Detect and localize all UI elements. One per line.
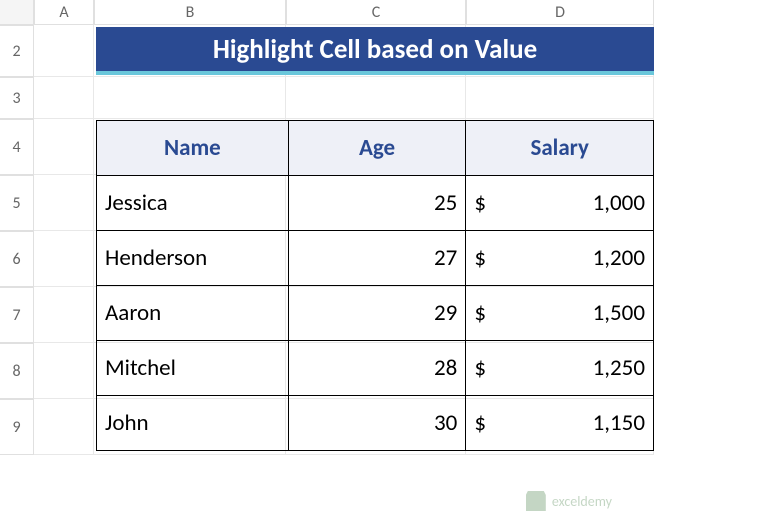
cell-age[interactable]: 25: [288, 176, 466, 231]
row-header-8[interactable]: 8: [0, 343, 34, 399]
cell-a7[interactable]: [34, 287, 94, 343]
watermark-text: exceldemy: [552, 493, 612, 510]
cell-a3[interactable]: [34, 77, 94, 119]
table-header-row: Name Age Salary: [97, 121, 654, 176]
cell-name[interactable]: Henderson: [97, 231, 289, 286]
table-row: Aaron29$1,500: [97, 286, 654, 341]
cell-a2[interactable]: [34, 25, 94, 77]
currency-symbol: $: [474, 244, 486, 272]
salary-value: 1,200: [593, 244, 645, 272]
salary-value: 1,150: [593, 409, 645, 437]
select-all-corner[interactable]: [0, 0, 34, 25]
salary-value: 1,500: [593, 299, 645, 327]
currency-symbol: $: [474, 299, 486, 327]
cell-salary[interactable]: $1,200: [466, 231, 654, 286]
currency-symbol: $: [474, 189, 486, 217]
col-header-b[interactable]: B: [94, 0, 286, 25]
cell-age[interactable]: 30: [288, 396, 466, 451]
cell-a4[interactable]: [34, 119, 94, 175]
cell-name[interactable]: Mitchel: [97, 341, 289, 396]
row-header-5[interactable]: 5: [0, 175, 34, 231]
col-header-a[interactable]: A: [34, 0, 94, 25]
cell-b3[interactable]: [94, 77, 286, 119]
row-header-7[interactable]: 7: [0, 287, 34, 343]
cell-a5[interactable]: [34, 175, 94, 231]
cell-name[interactable]: John: [97, 396, 289, 451]
watermark-icon: [526, 491, 546, 511]
header-salary[interactable]: Salary: [466, 121, 654, 176]
row-header-4[interactable]: 4: [0, 119, 34, 175]
cell-age[interactable]: 29: [288, 286, 466, 341]
cell-salary[interactable]: $1,250: [466, 341, 654, 396]
cell-salary[interactable]: $1,000: [466, 176, 654, 231]
header-age[interactable]: Age: [288, 121, 466, 176]
salary-value: 1,000: [593, 189, 645, 217]
cell-a9[interactable]: [34, 399, 94, 455]
cell-a6[interactable]: [34, 231, 94, 287]
cell-name[interactable]: Aaron: [97, 286, 289, 341]
row-header-6[interactable]: 6: [0, 231, 34, 287]
title-text: Highlight Cell based on Value: [213, 33, 537, 66]
salary-value: 1,250: [593, 354, 645, 382]
row-header-9[interactable]: 9: [0, 399, 34, 455]
cell-age[interactable]: 28: [288, 341, 466, 396]
data-table-wrap: Name Age Salary Jessica25$1,000Henderson…: [96, 120, 654, 451]
currency-symbol: $: [474, 354, 486, 382]
table-row: Mitchel28$1,250: [97, 341, 654, 396]
cell-a8[interactable]: [34, 343, 94, 399]
cell-c3[interactable]: [286, 77, 466, 119]
row-header-2[interactable]: 2: [0, 25, 34, 77]
cell-age[interactable]: 27: [288, 231, 466, 286]
currency-symbol: $: [474, 409, 486, 437]
table-row: Jessica25$1,000: [97, 176, 654, 231]
row-header-3[interactable]: 3: [0, 77, 34, 119]
watermark: exceldemy: [526, 491, 612, 511]
cell-salary[interactable]: $1,150: [466, 396, 654, 451]
table-row: John30$1,150: [97, 396, 654, 451]
cell-d3[interactable]: [466, 77, 654, 119]
col-header-c[interactable]: C: [286, 0, 466, 25]
title-banner: Highlight Cell based on Value: [96, 27, 654, 75]
cell-salary[interactable]: $1,500: [466, 286, 654, 341]
data-table: Name Age Salary Jessica25$1,000Henderson…: [96, 120, 654, 451]
header-name[interactable]: Name: [97, 121, 289, 176]
col-header-d[interactable]: D: [466, 0, 654, 25]
table-row: Henderson27$1,200: [97, 231, 654, 286]
cell-name[interactable]: Jessica: [97, 176, 289, 231]
